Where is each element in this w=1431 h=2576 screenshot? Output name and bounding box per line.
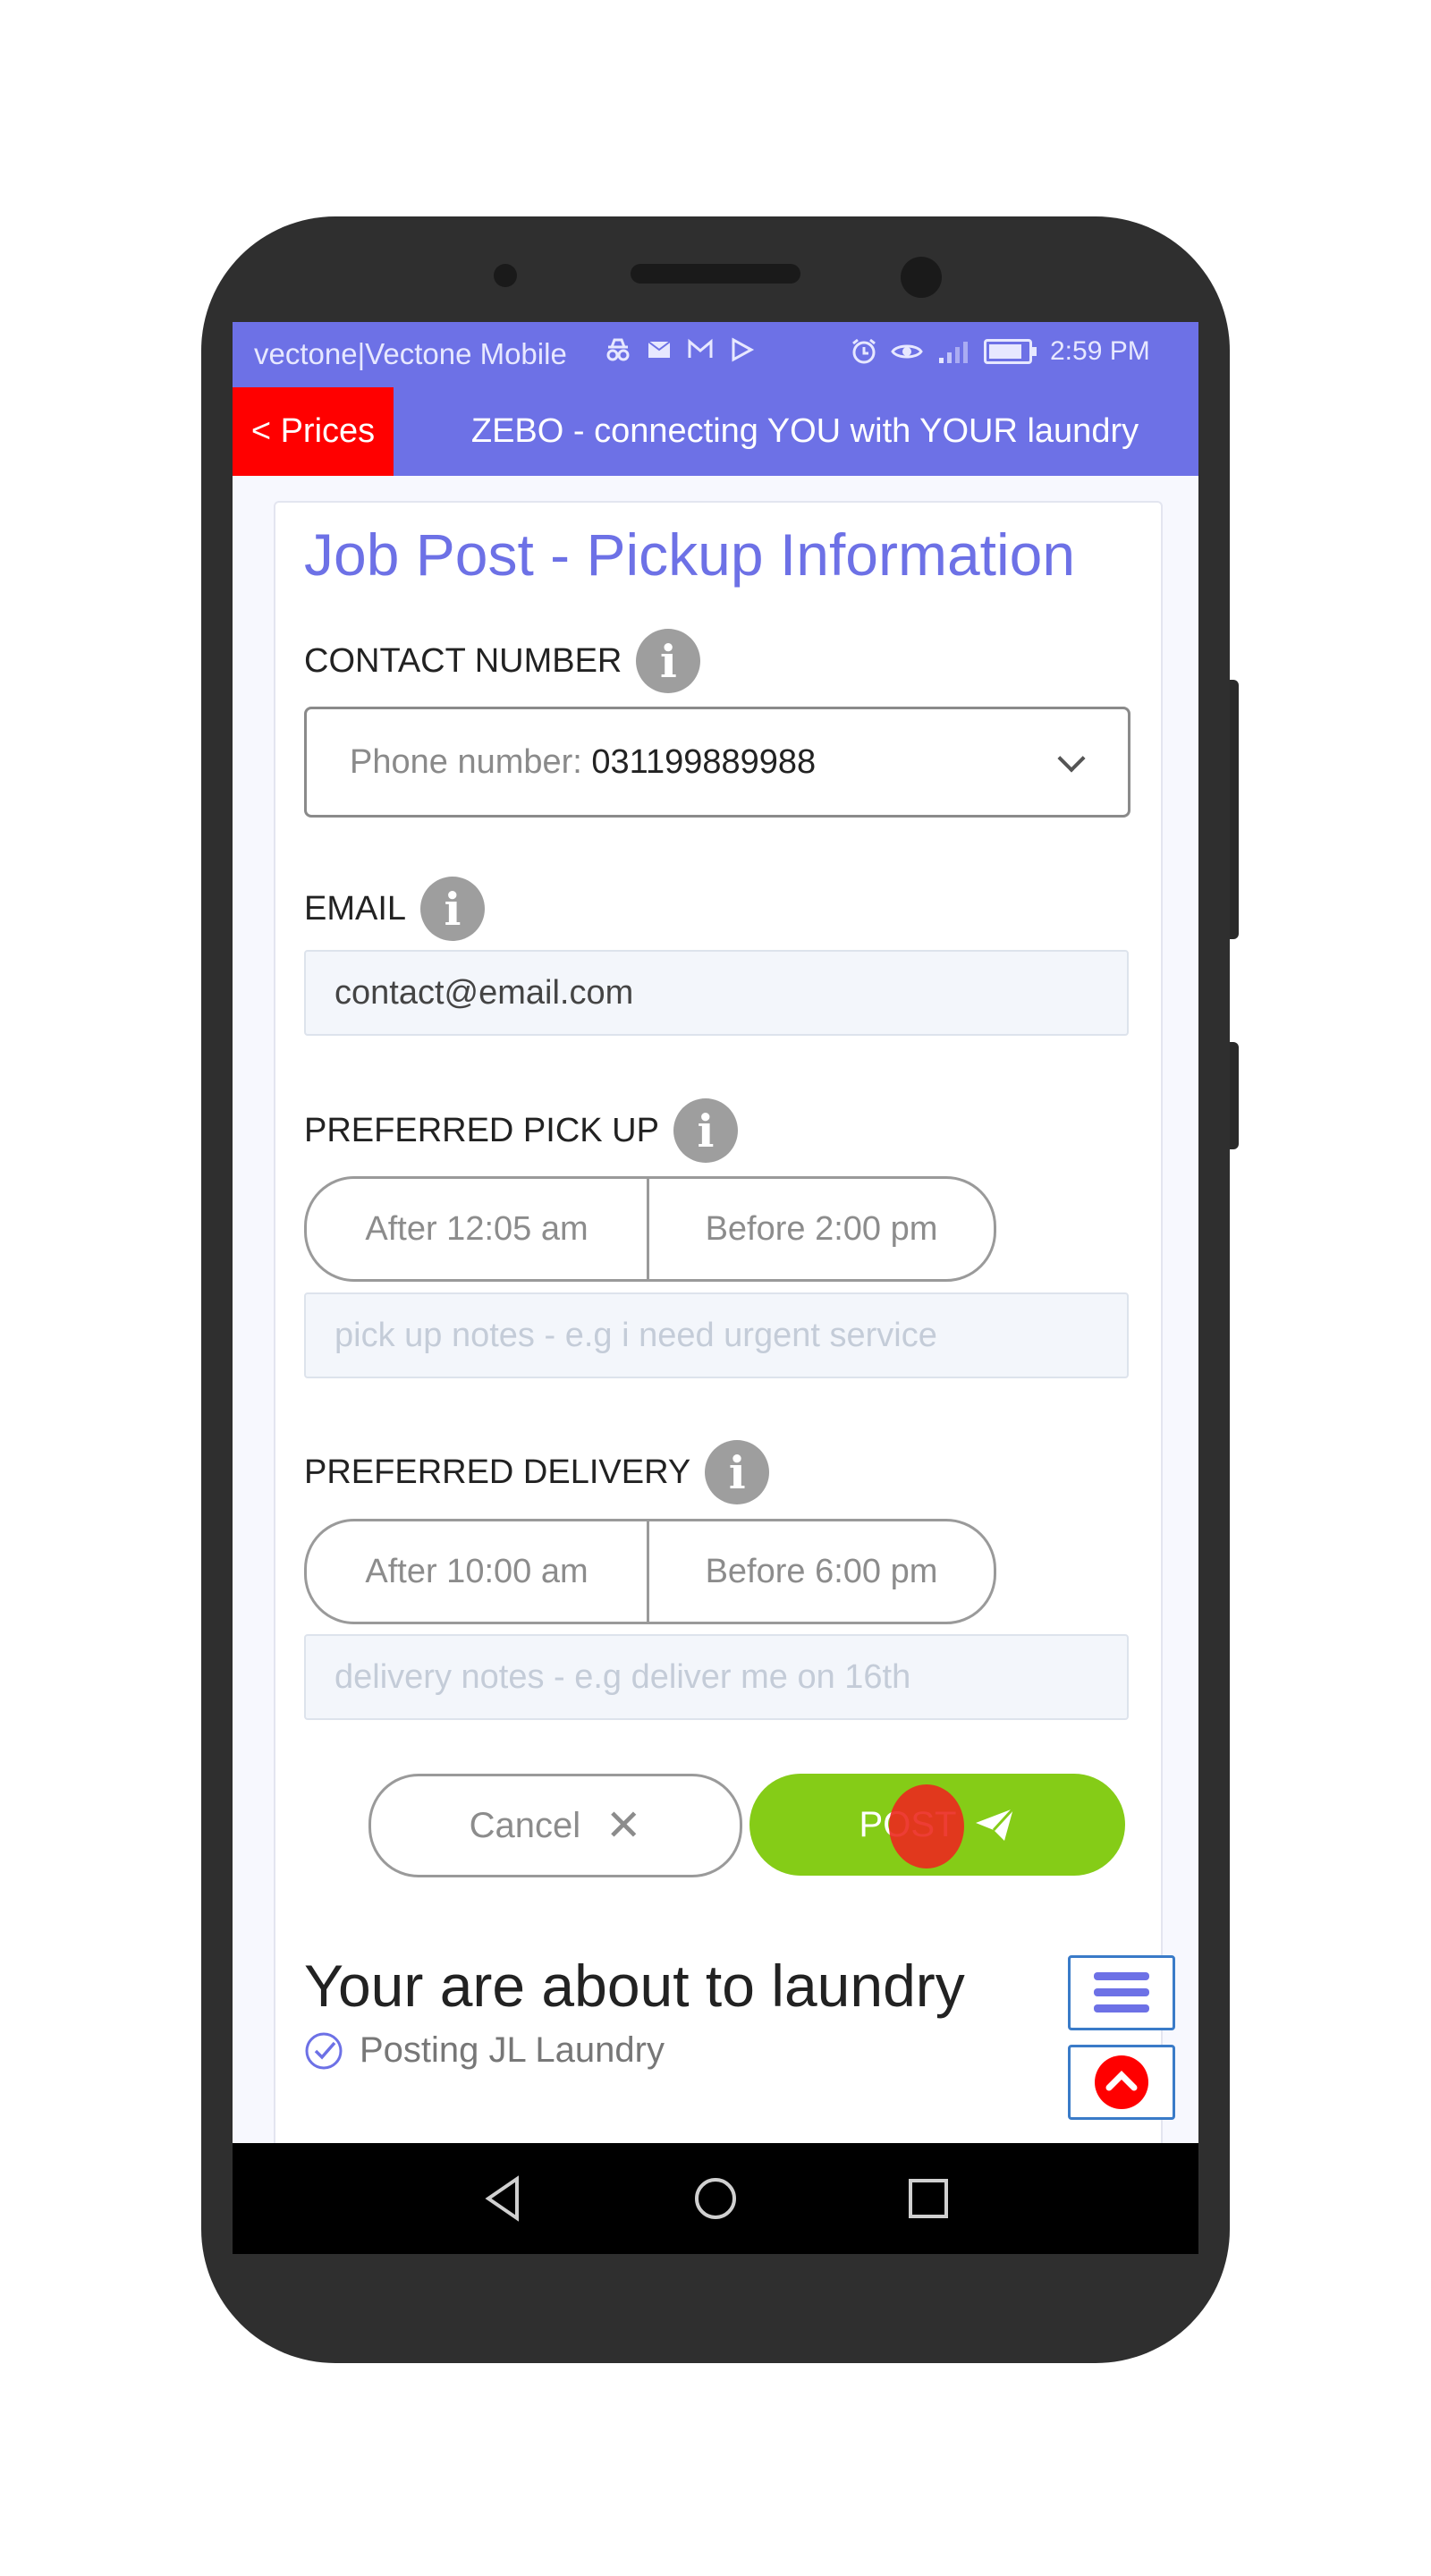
- scroll-to-top-button[interactable]: [1068, 2045, 1175, 2120]
- pickup-notes-input[interactable]: pick up notes - e.g i need urgent servic…: [304, 1292, 1129, 1378]
- email-label-row: EMAIL i: [304, 877, 486, 941]
- send-icon: [976, 1807, 1015, 1841]
- volume-button: [1230, 680, 1239, 939]
- battery-icon: [984, 339, 1037, 364]
- navigation-bar: [233, 2143, 1198, 2254]
- list-item: Posting JL Laundry: [304, 2030, 665, 2071]
- delivery-label-row: PREFERRED DELIVERY i: [304, 1440, 770, 1504]
- phone-screen: vectone|Vectone Mobile 2:59 PM < Prices …: [233, 322, 1198, 2254]
- eye-icon: [891, 344, 923, 359]
- contact-info-icon[interactable]: i: [636, 629, 701, 693]
- delivery-after-button[interactable]: After 10:00 am: [307, 1521, 649, 1622]
- menu-icon: [1094, 1972, 1149, 2012]
- play-store-icon: [732, 337, 755, 362]
- delivery-label: PREFERRED DELIVERY: [304, 1453, 691, 1491]
- app-bar: < Prices ZEBO - connecting YOU with YOUR…: [233, 387, 1198, 476]
- pickup-after-button[interactable]: After 12:05 am: [307, 1179, 649, 1279]
- pickup-before-button[interactable]: Before 2:00 pm: [649, 1179, 994, 1279]
- chevron-up-icon: [1095, 2055, 1148, 2109]
- contact-number-label: CONTACT NUMBER: [304, 641, 622, 680]
- pickup-info-icon[interactable]: i: [673, 1098, 738, 1163]
- phone-number-select[interactable]: Phone number: 031199889988: [304, 707, 1130, 818]
- pickup-label: PREFERRED PICK UP: [304, 1111, 659, 1149]
- status-time: 2:59 PM: [1050, 336, 1150, 366]
- email-info-icon[interactable]: i: [420, 877, 486, 941]
- phone-number-prefix: Phone number:: [350, 743, 592, 781]
- system-icons: 2:59 PM: [850, 336, 1150, 367]
- email-field[interactable]: contact@email.com: [304, 950, 1129, 1036]
- alarm-icon: [852, 338, 876, 364]
- status-bar: vectone|Vectone Mobile 2:59 PM: [233, 322, 1198, 387]
- delivery-info-icon[interactable]: i: [705, 1440, 770, 1504]
- carrier-name: vectone|Vectone Mobile: [254, 337, 567, 370]
- front-camera: [901, 257, 942, 298]
- pickup-time-range: After 12:05 am Before 2:00 pm: [304, 1176, 996, 1282]
- check-circle-icon: [305, 2032, 343, 2069]
- menu-button[interactable]: [1068, 1955, 1175, 2030]
- message-icon: [648, 341, 671, 358]
- pickup-label-row: PREFERRED PICK UP i: [304, 1098, 738, 1163]
- earpiece-speaker: [631, 264, 800, 284]
- back-icon[interactable]: [476, 2170, 533, 2227]
- proximity-sensor: [494, 264, 517, 287]
- signal-icon: [939, 342, 968, 363]
- summary-item-label: Posting JL Laundry: [360, 2030, 665, 2070]
- incognito-icon: [606, 338, 630, 361]
- recents-icon[interactable]: [900, 2170, 957, 2227]
- cancel-button[interactable]: Cancel ✕: [368, 1774, 742, 1877]
- close-icon: ✕: [605, 1802, 642, 1850]
- app-title: ZEBO - connecting YOU with YOUR laundry: [470, 412, 1139, 450]
- power-button: [1230, 1042, 1239, 1149]
- page-title: Job Post - Pickup Information: [304, 521, 1076, 588]
- contact-number-label-row: CONTACT NUMBER i: [304, 629, 701, 693]
- chevron-down-icon: [1057, 744, 1086, 773]
- back-to-prices-button[interactable]: < Prices: [233, 387, 394, 476]
- delivery-time-range: After 10:00 am Before 6:00 pm: [304, 1519, 996, 1624]
- email-label: EMAIL: [304, 889, 407, 928]
- touch-indicator: [889, 1784, 964, 1868]
- notification-icons: [605, 336, 755, 363]
- phone-number-text: Phone number: 031199889988: [350, 743, 816, 782]
- phone-number-value: 031199889988: [591, 743, 817, 781]
- summary-title: Your are about to laundry: [304, 1953, 965, 2019]
- delivery-notes-input[interactable]: delivery notes - e.g deliver me on 16th: [304, 1634, 1129, 1720]
- delivery-before-button[interactable]: Before 6:00 pm: [649, 1521, 994, 1622]
- home-icon[interactable]: [687, 2170, 744, 2227]
- cancel-label: Cancel: [469, 1805, 581, 1845]
- gmail-icon: [688, 338, 713, 358]
